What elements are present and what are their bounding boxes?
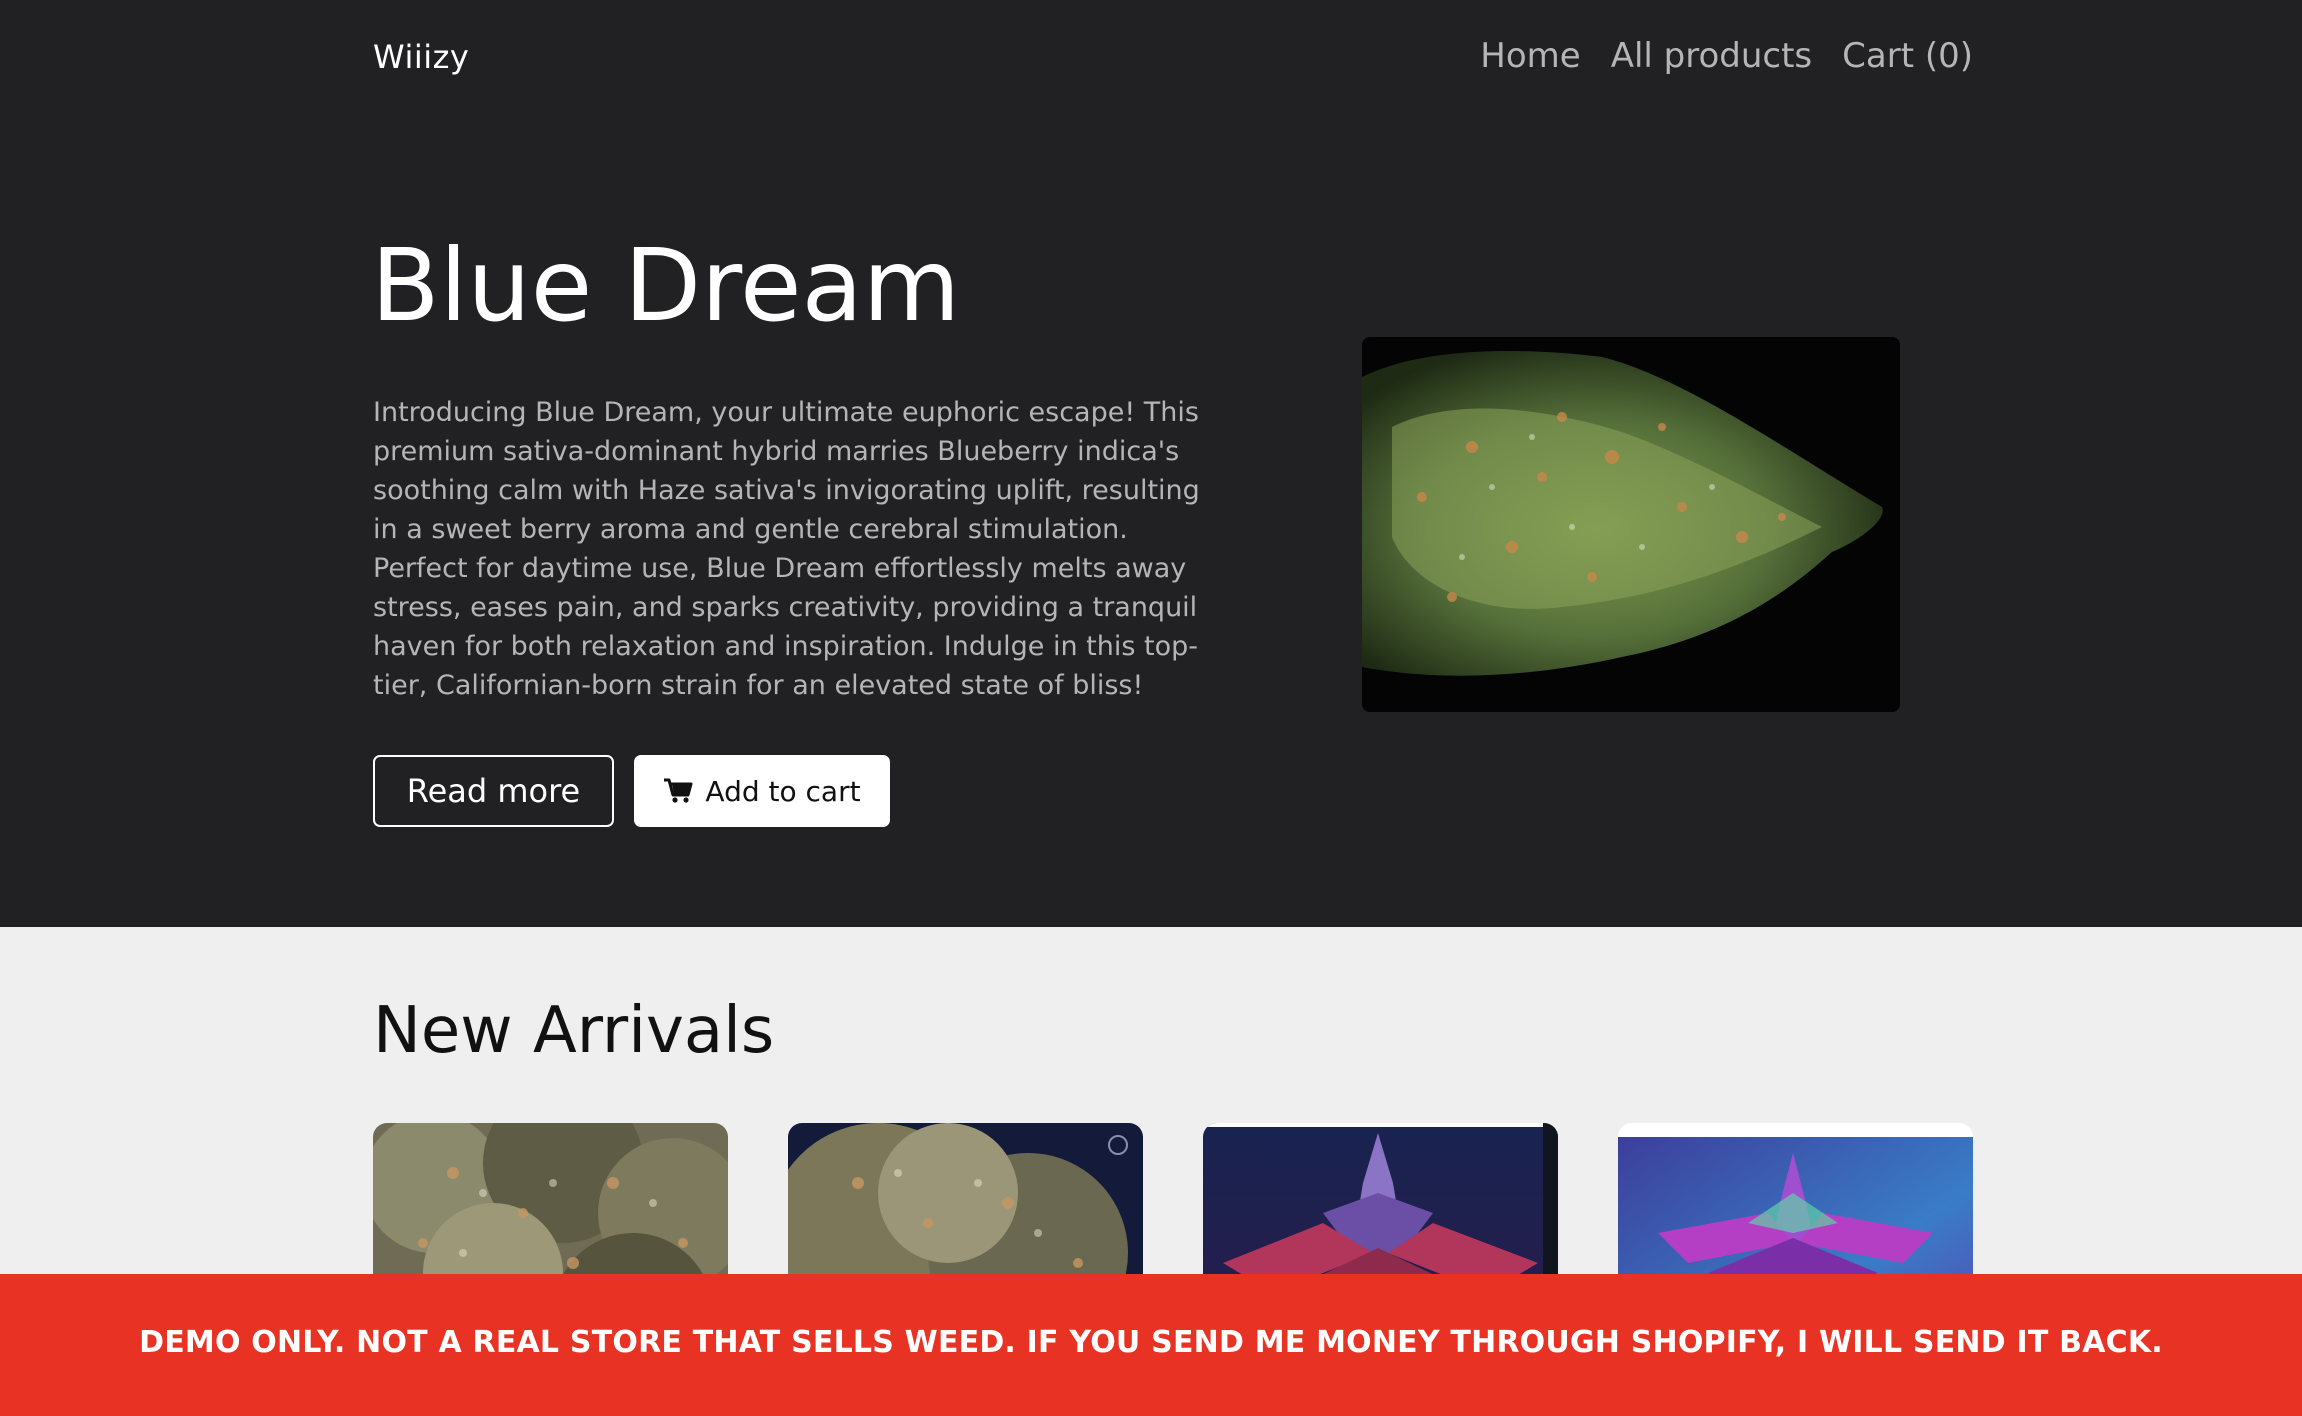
product-title: Blue Dream: [371, 227, 961, 344]
section-title: New Arrivals: [373, 994, 775, 1068]
cart-icon: [664, 778, 693, 803]
demo-warning-banner: DEMO ONLY. NOT A REAL STORE THAT SELLS W…: [0, 1274, 2302, 1416]
hero-section: Wiiizy Home All products Cart (0) Blue D…: [0, 0, 2302, 927]
read-more-button[interactable]: Read more: [373, 755, 614, 827]
nav-cart-link[interactable]: Cart (0): [1842, 36, 1973, 76]
add-to-cart-label: Add to cart: [705, 774, 861, 808]
brand-logo[interactable]: Wiiizy: [373, 38, 469, 76]
nav-home-link[interactable]: Home: [1480, 36, 1580, 76]
add-to-cart-button[interactable]: Add to cart: [634, 755, 890, 827]
read-more-label: Read more: [406, 772, 581, 810]
main-nav: Home All products Cart (0): [1480, 36, 1973, 76]
nav-all-products-link[interactable]: All products: [1611, 36, 1812, 76]
demo-warning-text: DEMO ONLY. NOT A REAL STORE THAT SELLS W…: [139, 1324, 2163, 1360]
cannabis-bud-photo: [1362, 337, 1900, 712]
hero-actions: Read more Add to cart: [373, 755, 890, 827]
product-image: [1362, 337, 1900, 712]
product-description: Introducing Blue Dream, your ultimate eu…: [373, 397, 1200, 701]
